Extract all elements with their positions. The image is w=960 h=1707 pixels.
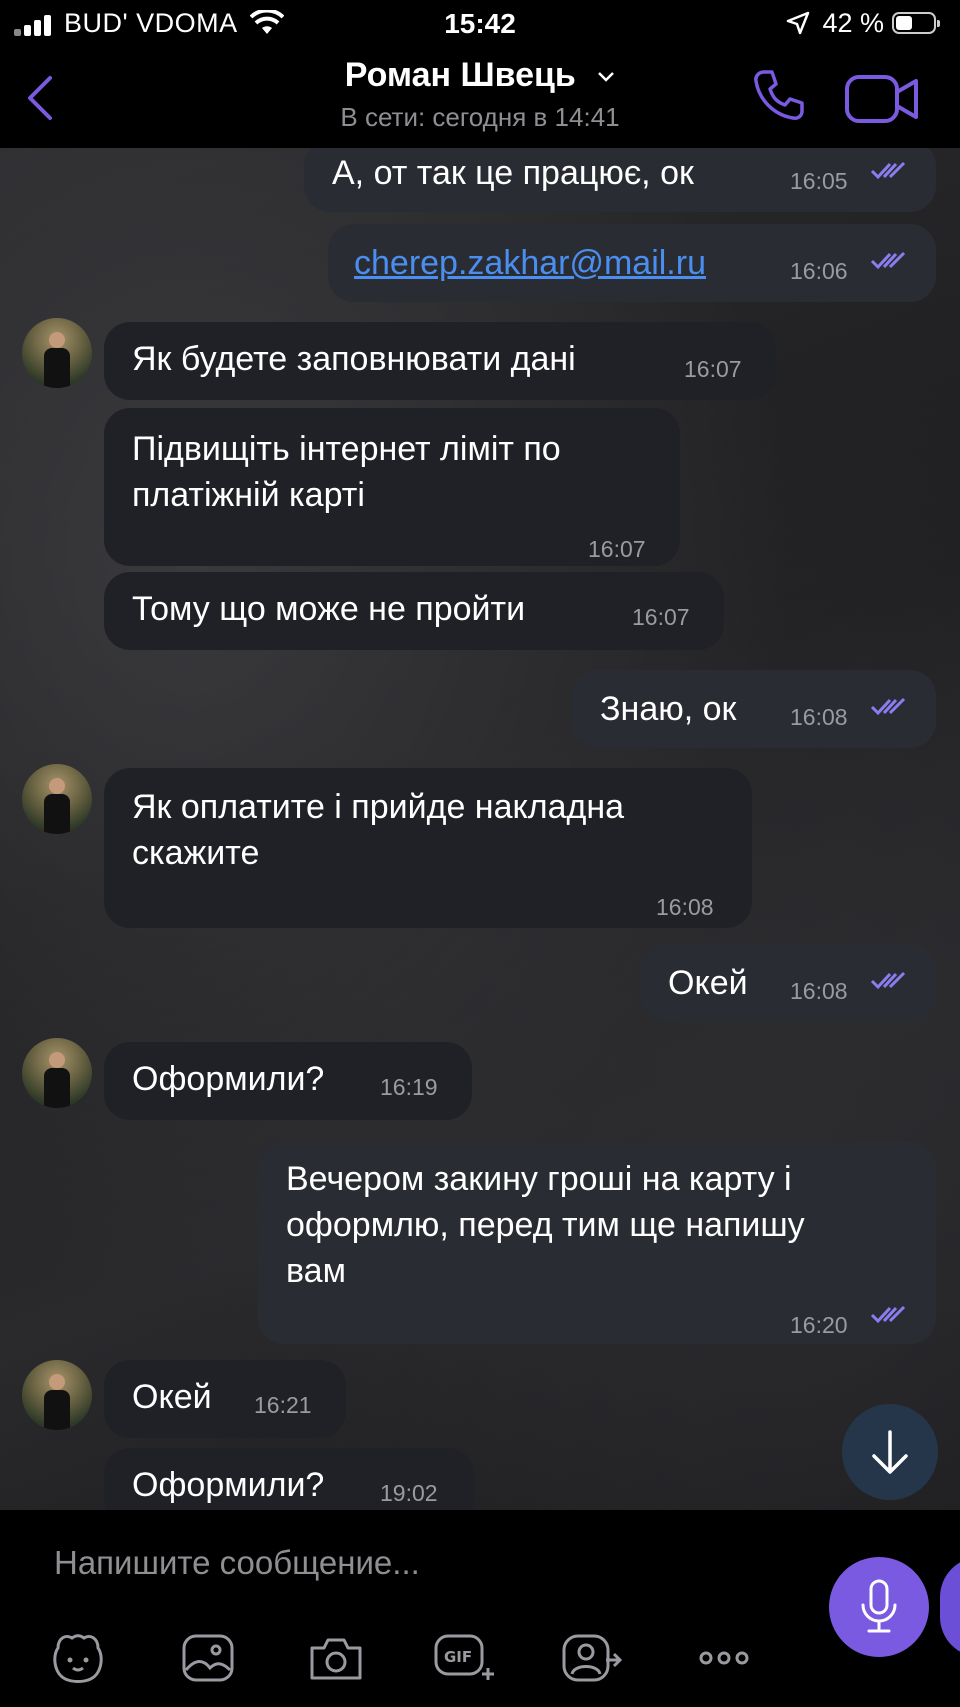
- send-button-edge[interactable]: [940, 1557, 960, 1657]
- message-text-line: скажите: [132, 834, 260, 872]
- message-time: 16:19: [380, 1074, 438, 1100]
- status-bar: BUD' VDOMA 15:42 42 %: [0, 0, 960, 48]
- message-time: 16:06: [790, 258, 848, 284]
- message-time: 16:07: [684, 356, 742, 382]
- message-time: 16:07: [632, 604, 690, 630]
- message-text-line: оформлю, перед тим ще напишу: [286, 1206, 805, 1244]
- message-text: Окей: [668, 964, 748, 1002]
- message-bubble-incoming[interactable]: Як будете заповнювати дані 16:07: [104, 322, 776, 400]
- svg-text:GIF: GIF: [444, 1648, 472, 1666]
- microphone-icon: [861, 1579, 897, 1633]
- share-contact-icon[interactable]: [560, 1630, 624, 1686]
- message-text-line: Підвищіть інтернет ліміт по: [132, 430, 561, 468]
- message-composer: Напишите сообщение... GIF: [0, 1510, 960, 1707]
- gallery-icon[interactable]: [178, 1630, 238, 1686]
- message-time: 16:05: [790, 168, 848, 194]
- message-input[interactable]: Напишите сообщение...: [54, 1544, 420, 1582]
- message-bubble-outgoing[interactable]: Окей 16:08: [640, 944, 936, 1022]
- status-time: 15:42: [444, 8, 516, 39]
- chevron-down-icon: [598, 72, 615, 82]
- contact-avatar[interactable]: [22, 318, 92, 388]
- message-list[interactable]: А, от так це працює, ок 16:05 cherep.zak…: [0, 148, 960, 1510]
- message-time: 16:08: [656, 894, 714, 920]
- email-link[interactable]: cherep.zakhar@mail.ru: [354, 240, 706, 286]
- battery-icon: [892, 12, 940, 34]
- location-arrow-icon: [786, 11, 810, 35]
- message-bubble-outgoing[interactable]: Вечером закину гроші на карту і оформлю,…: [258, 1142, 936, 1344]
- message-text: Окей: [132, 1378, 212, 1416]
- contact-name-button[interactable]: Роман Швець: [0, 56, 960, 95]
- message-text: Як будете заповнювати дані: [132, 340, 576, 378]
- message-text: Тому що може не пройти: [132, 590, 526, 628]
- message-bubble-outgoing[interactable]: cherep.zakhar@mail.ru 16:06: [328, 224, 936, 302]
- battery-percent: 42 %: [822, 8, 884, 38]
- chat-header: Роман Швець В сети: сегодня в 14:41: [0, 48, 960, 148]
- message-text-line: вам: [286, 1252, 346, 1290]
- message-bubble-outgoing[interactable]: А, от так це працює, ок 16:05: [304, 148, 936, 212]
- message-bubble-incoming[interactable]: Оформили? 16:19: [104, 1042, 472, 1120]
- message-bubble-outgoing[interactable]: Знаю, ок 16:08: [572, 670, 936, 748]
- sticker-icon[interactable]: [48, 1630, 108, 1686]
- voice-message-button[interactable]: [829, 1557, 929, 1657]
- gif-icon[interactable]: GIF: [432, 1630, 496, 1686]
- message-bubble-incoming[interactable]: Окей 16:21: [104, 1360, 346, 1438]
- camera-icon[interactable]: [306, 1630, 366, 1686]
- message-bubble-incoming[interactable]: Як оплатите і прийде накладна скажите 16…: [104, 768, 752, 928]
- read-ticks-icon: [870, 161, 906, 180]
- last-seen-status: В сети: сегодня в 14:41: [340, 102, 620, 132]
- message-text: А, от так це працює, ок: [332, 154, 694, 192]
- read-ticks-icon: [870, 697, 906, 716]
- scroll-to-bottom-button[interactable]: [842, 1404, 938, 1500]
- message-time: 16:21: [254, 1392, 312, 1418]
- video-call-icon[interactable]: [844, 74, 920, 124]
- read-ticks-icon: [870, 1305, 906, 1324]
- message-text-line: Як оплатите і прийде накладна: [132, 788, 625, 826]
- contact-name: Роман Швець: [344, 56, 576, 94]
- message-time: 16:20: [790, 1312, 848, 1338]
- phone-call-icon[interactable]: [752, 68, 806, 122]
- message-time: 16:08: [790, 704, 848, 730]
- message-time: 19:02: [380, 1480, 438, 1506]
- message-bubble-incoming[interactable]: Підвищіть інтернет ліміт по платіжній ка…: [104, 408, 680, 566]
- contact-avatar[interactable]: [22, 764, 92, 834]
- message-text-line: платіжній карті: [132, 476, 365, 514]
- arrow-down-icon: [872, 1430, 908, 1474]
- contact-avatar[interactable]: [22, 1038, 92, 1108]
- contact-avatar[interactable]: [22, 1360, 92, 1430]
- message-text-line: Вечером закину гроші на карту і: [286, 1160, 792, 1198]
- message-text: Оформили?: [132, 1466, 325, 1504]
- message-text: Знаю, ок: [600, 690, 737, 728]
- more-icon[interactable]: [694, 1630, 754, 1686]
- read-ticks-icon: [870, 971, 906, 990]
- read-ticks-icon: [870, 251, 906, 270]
- message-time: 16:07: [588, 536, 646, 562]
- message-bubble-incoming[interactable]: Оформили? 19:02: [104, 1448, 474, 1510]
- message-time: 16:08: [790, 978, 848, 1004]
- message-text: Оформили?: [132, 1060, 325, 1098]
- message-bubble-incoming[interactable]: Тому що може не пройти 16:07: [104, 572, 724, 650]
